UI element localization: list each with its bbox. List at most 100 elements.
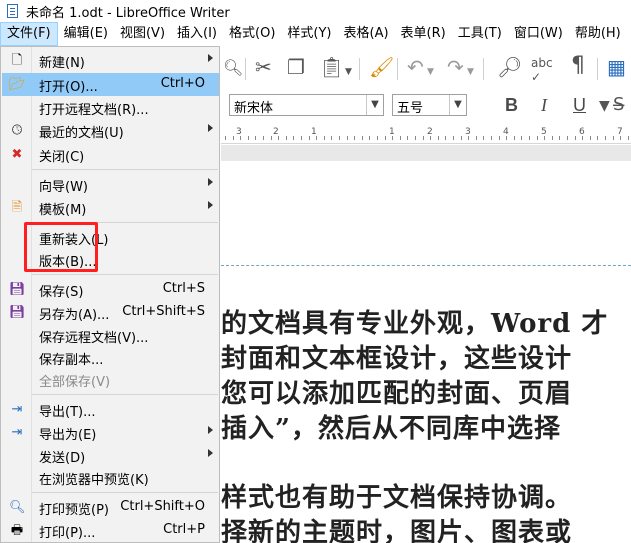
ruler-tick [498,136,500,140]
font-name-value: 新宋体 [234,101,274,116]
menu-item-shortcut: Ctrl+S [162,281,205,296]
submenu-arrow-icon [208,178,213,186]
ruler-tick [582,136,584,140]
cut-icon[interactable]: ✂ [255,57,272,77]
spelling-icon[interactable]: abc ✓ [531,56,553,84]
menu-file[interactable]: 文件(F) [0,22,58,46]
document-page[interactable]: 的文档具有专业外观，Word 才 封面和文本框设计，这些设计 您可以添加匹配的封… [221,161,631,543]
menu-item-shortcut: Ctrl+Shift+S [122,304,205,319]
menu-form[interactable]: 表单(R) [395,22,452,46]
menu-item-save[interactable]: 💾︎ 保存(S) Ctrl+S [2,278,219,301]
undo-icon[interactable]: ↶ [407,57,424,77]
strikethrough-icon[interactable]: S̶ [613,95,624,115]
ruler-tick [308,136,310,140]
document-line: 您可以添加匹配的封面、页眉 [221,379,573,409]
ruler-tick [377,136,378,140]
menu-tools[interactable]: 工具(T) [452,22,508,46]
ruler-tick [483,136,485,140]
paste-dropdown-icon[interactable]: ▼ [345,62,352,82]
export-as-icon: ⇥ [11,425,23,440]
clone-formatting-icon[interactable]: 🖌︎ [369,57,394,77]
menu-view[interactable]: 视图(V) [114,22,171,46]
close-document-icon: ✖ [11,147,23,162]
font-size-select[interactable]: 五号 ▼ [392,94,467,116]
paste-icon[interactable]: 📋︎ [319,57,344,77]
undo-dropdown-icon[interactable]: ▼ [427,62,434,82]
menu-item-export-as[interactable]: ⇥ 导出为(E) [2,421,219,444]
zoom-icon[interactable]: 🔍︎ [223,58,243,78]
menu-bar: 文件(F) 编辑(E) 视图(V) 插入(I) 格式(O) 样式(Y) 表格(A… [0,22,631,46]
new-document-icon: 🗋︎ [11,53,23,68]
menu-insert[interactable]: 插入(I) [171,22,223,46]
ruler-tick [293,136,295,140]
export-icon: ⇥ [11,402,23,417]
menu-item-save-as[interactable]: 💾︎ 另存为(A)... Ctrl+Shift+S [2,301,219,324]
menu-format[interactable]: 格式(O) [223,22,281,46]
menu-window[interactable]: 窗口(W) [508,22,569,46]
chevron-down-icon[interactable]: ▼ [449,95,466,115]
font-name-select[interactable]: 新宋体 ▼ [229,94,384,116]
copy-icon[interactable]: ❐ [287,57,305,77]
redo-icon[interactable]: ↷ [447,57,464,77]
menu-help[interactable]: 帮助(H) [569,22,627,46]
ruler-tick [605,136,606,140]
menu-item-print-preview[interactable]: 🔍︎ 打印预览(P) Ctrl+Shift+O [2,496,219,519]
ruler-tick [407,136,409,140]
font-size-value: 五号 [397,101,424,116]
submenu-arrow-icon [208,124,213,132]
menu-item-recent[interactable]: 🕓︎ 最近的文档(U) [2,119,219,142]
menu-item-save-all: 全部保存(V) [2,368,219,391]
menu-item-label: 另存为(A)... [39,308,110,323]
bold-button[interactable]: B [505,95,518,115]
menu-item-export[interactable]: ⇥ 导出(T)... [2,398,219,421]
menu-edit[interactable]: 编辑(E) [58,22,114,46]
ruler-tick [445,136,447,140]
ruler-tick [278,136,280,140]
window-title: 未命名 1.odt - LibreOffice Writer [26,5,230,21]
printer-icon: 🖶︎ [10,523,24,538]
formatting-marks-icon[interactable]: ¶ [571,55,585,77]
horizontal-ruler[interactable]: 3 2 1 1 2 3 4 5 6 7 [221,124,631,144]
menu-item-close[interactable]: ✖ 关闭(C) [2,143,219,166]
ruler-tick [415,136,416,140]
menu-item-shortcut: Ctrl+Shift+O [120,499,205,514]
menu-item-templates[interactable]: 🗎︎ 模板(M) [2,196,219,219]
ruler-tick [331,136,333,140]
menu-item-send[interactable]: 发送(D) [2,444,219,467]
menu-separator [32,274,218,275]
underline-button[interactable]: U [573,95,586,115]
menu-item-label: 在浏览器中预览(K) [39,473,149,488]
ruler-tick [437,136,439,140]
menu-item-wizard[interactable]: 向导(W) [2,173,219,196]
menu-item-label: 保存副本... [39,353,104,368]
menu-item-open-remote[interactable]: 打开远程文档(R)... [2,96,219,119]
menu-item-open[interactable]: 📂︎ 打开(O)... Ctrl+O [2,73,219,96]
ruler-tick [301,136,302,140]
menu-styles[interactable]: 样式(Y) [281,22,337,46]
ruler-tick [422,136,424,140]
menu-item-save-copy[interactable]: 保存副本... [2,346,219,369]
menu-item-print[interactable]: 🖶︎ 打印(P)... Ctrl+P [2,519,219,542]
menu-item-label: 保存(S) [39,285,84,300]
insert-table-icon[interactable]: ▦ [607,57,626,77]
submenu-arrow-icon [208,201,213,209]
find-replace-icon[interactable]: 🔎︎ [497,57,522,77]
ruler-tick [361,136,363,140]
menu-separator [32,394,218,395]
ruler-tick [392,136,394,140]
redo-dropdown-icon[interactable]: ▼ [467,62,474,82]
ruler-tick [354,136,356,140]
menu-item-preview-in-browser[interactable]: 在浏览器中预览(K) [2,466,219,489]
ruler-tick [384,136,386,140]
italic-button[interactable]: I [541,95,547,115]
ruler-tick [270,136,272,140]
menu-item-save-remote[interactable]: 保存远程文档(V)... [2,324,219,347]
ruler-tick [620,136,622,140]
menu-item-new[interactable]: 🗋︎ 新建(N) [2,49,219,72]
ruler-tick [323,136,325,140]
chevron-down-icon[interactable]: ▼ [366,95,383,115]
menu-table[interactable]: 表格(A) [338,22,395,46]
document-line: 插入”，然后从不同库中选择 [221,414,561,444]
strikethrough-dropdown-icon[interactable]: ▼ [599,96,610,116]
menu-item-label: 发送(D) [39,451,86,466]
